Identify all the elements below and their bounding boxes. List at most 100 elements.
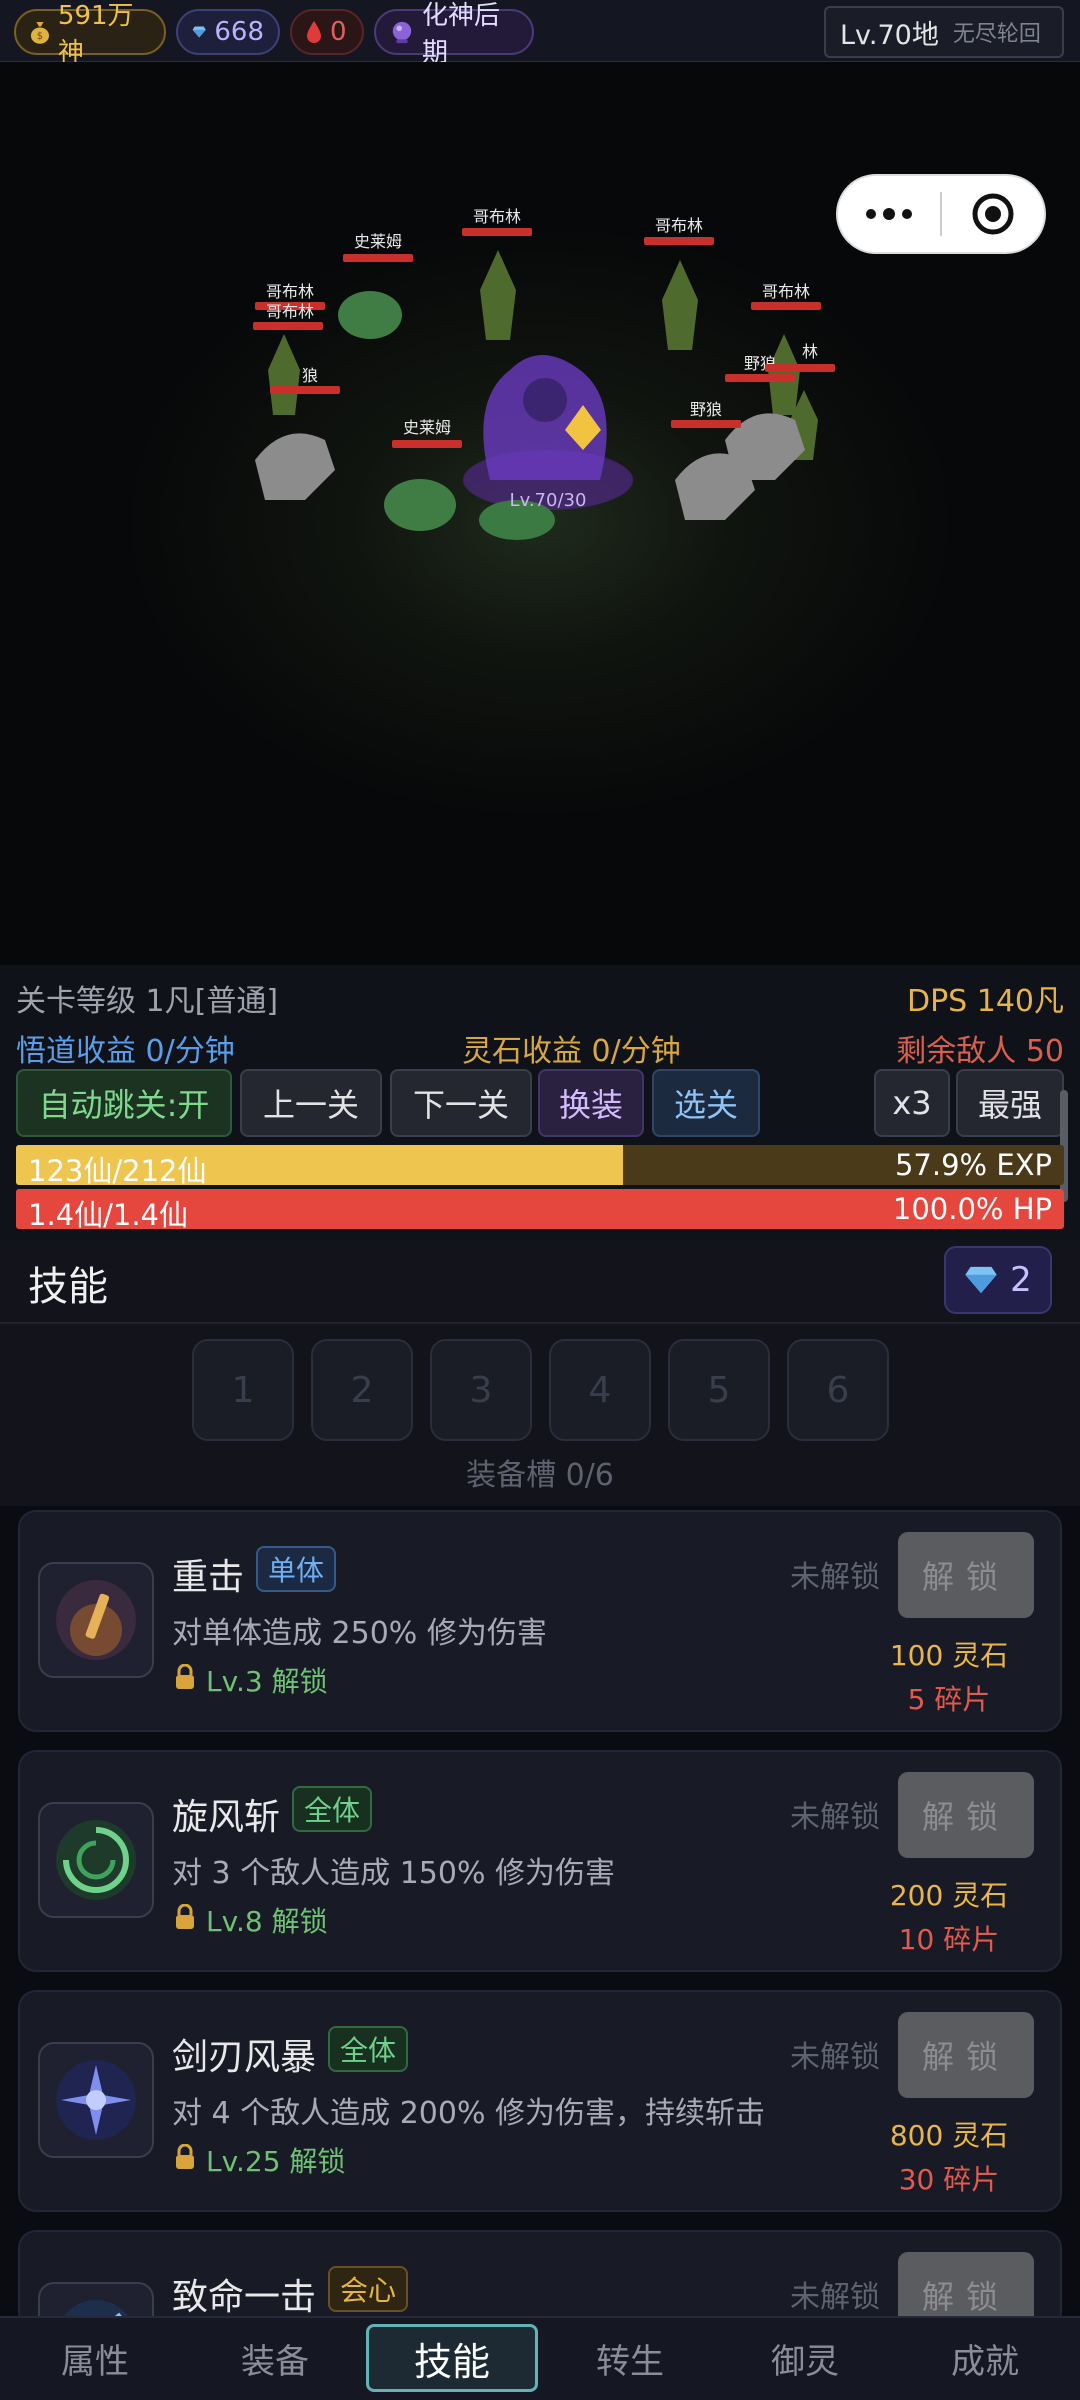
gem-counter[interactable]: 668 (176, 9, 280, 55)
realm-value: 化神后期 (422, 1, 501, 68)
monster-hp-bar (343, 254, 413, 262)
top-status-bar: $ 591万神 668 0 化神后期 Lv.70地 无尽轮回 (0, 0, 1080, 68)
hp-value: 1.4仙/1.4仙 (28, 1198, 189, 1229)
monster-hp-bar (270, 386, 340, 394)
lock-icon (176, 2144, 194, 2169)
exp-value: 123仙/212仙 (28, 1154, 207, 1185)
prev-stage-button[interactable]: 上一关 (240, 1069, 382, 1137)
crystal-ball-icon (392, 21, 412, 44)
diamond-icon (192, 26, 206, 38)
tab-achievements[interactable]: 成就 (890, 2324, 1080, 2392)
level-indicator[interactable]: Lv.70地 无尽轮回 (824, 6, 1064, 58)
close-program-button[interactable] (942, 176, 1044, 252)
skill-gem-value: 2 (1010, 1260, 1032, 1300)
monster-hp-bar (725, 374, 795, 382)
stone-cost: 100 灵石 (889, 1639, 1009, 1672)
equip-slot[interactable]: 6 (787, 1339, 889, 1441)
exp-percent: 57.9% EXP (894, 1148, 1052, 1182)
unlock-button[interactable]: 解锁 (898, 2012, 1034, 2098)
exp-bar: 123仙/212仙 57.9% EXP (16, 1145, 1064, 1185)
equip-slot-label: 装备槽 0/6 (466, 1458, 614, 1493)
hp-bar: 1.4仙/1.4仙 100.0% HP (16, 1189, 1064, 1229)
skills-title: 技能 (28, 1264, 108, 1310)
skill-description: 对 3 个敌人造成 150% 修为伤害 (172, 1856, 615, 1891)
skill-tag: 全体 (292, 1786, 373, 1832)
monster-hp-bar (765, 364, 835, 372)
swap-gear-button[interactable]: 换装 (538, 1069, 644, 1137)
monster-hp-bar (392, 440, 462, 448)
select-stage-button[interactable]: 选关 (652, 1069, 760, 1137)
skill-icon-frame (38, 2042, 154, 2158)
tab-spirits[interactable]: 御灵 (710, 2324, 900, 2392)
slime-sprite (384, 479, 456, 531)
blood-counter[interactable]: 0 (290, 9, 364, 55)
fragment-cost: 10 碎片 (898, 1923, 1000, 1956)
tab-rebirth[interactable]: 转生 (535, 2324, 725, 2392)
slime-sprite (338, 291, 402, 339)
equip-slot[interactable]: 5 (668, 1339, 770, 1441)
tab-attributes[interactable]: 属性 (0, 2324, 190, 2392)
skill-tag: 全体 (328, 2026, 409, 2072)
monster-label: 哥布林 (654, 216, 703, 235)
target-icon (972, 193, 1014, 235)
blood-drop-icon (307, 21, 321, 43)
money-bag-icon: $ (30, 22, 50, 44)
skill-unlock-requirement: Lv.3 解锁 (206, 1665, 328, 1698)
monster-label: 狼 (301, 366, 318, 385)
fragment-cost: 5 碎片 (907, 1683, 991, 1716)
speed-button[interactable]: x3 (874, 1069, 950, 1137)
skill-card[interactable]: 剑刃风暴 全体 对 4 个敌人造成 200% 修为伤害，持续斩击 Lv.25 解… (18, 1990, 1062, 2212)
skill-name: 重击 (172, 1557, 245, 1598)
skill-name: 旋风斩 (172, 1797, 281, 1838)
lock-icon (176, 1664, 194, 1689)
skill-tag: 单体 (256, 1546, 337, 1592)
monster-label: 林 (801, 342, 818, 361)
skill-tag: 会心 (328, 2266, 409, 2312)
level-value: Lv.70地 (840, 19, 939, 51)
skill-name: 剑刃风暴 (172, 2037, 317, 2078)
stone-cost: 800 灵石 (889, 2119, 1009, 2152)
enemies-left-label: 剩余敌人 50 (896, 1034, 1064, 1069)
hp-percent: 100.0% HP (892, 1192, 1052, 1226)
strongest-button[interactable]: 最强 (956, 1069, 1064, 1137)
more-menu-button[interactable] (838, 176, 940, 252)
monster-hp-bar (671, 420, 741, 428)
next-stage-button[interactable]: 下一关 (390, 1069, 532, 1137)
unlock-button[interactable]: 解锁 (898, 1772, 1034, 1858)
dao-income-label: 悟道收益 0/分钟 (16, 1034, 235, 1069)
monster-label: 史莱姆 (353, 232, 402, 251)
skill-card[interactable]: 重击 单体 对单体造成 250% 修为伤害 Lv.3 解锁 未解锁 解锁 100… (18, 1510, 1062, 1732)
svg-text:$: $ (37, 31, 43, 42)
monster-label: 哥布林 (472, 207, 521, 226)
hammer-icon (56, 1580, 136, 1660)
skill-gem-counter[interactable]: 2 (944, 1246, 1052, 1314)
skill-name: 致命一击 (172, 2277, 317, 2318)
skill-card[interactable]: 致命一击 会心 未解锁 解锁 (18, 2230, 1062, 2398)
stage-level-label: 关卡等级 1凡[普通] (16, 984, 279, 1019)
skills-header: 技能 2 (0, 1240, 1080, 1324)
mini-program-capsule (836, 174, 1046, 254)
skill-card[interactable]: 旋风斩 全体 对 3 个敌人造成 150% 修为伤害 Lv.8 解锁 未解锁 解… (18, 1750, 1062, 1972)
skill-description: 对单体造成 250% 修为伤害 (172, 1616, 547, 1651)
stone-income-label: 灵石收益 0/分钟 (462, 1034, 681, 1069)
monster-hp-bar (462, 228, 532, 236)
monster-hp-bar (751, 302, 821, 310)
tab-equipment[interactable]: 装备 (180, 2324, 370, 2392)
monster-label: 哥布林 (761, 282, 810, 301)
fragment-cost: 30 碎片 (898, 2163, 1000, 2196)
equip-slot[interactable]: 3 (430, 1339, 532, 1441)
realm-badge[interactable]: 化神后期 (374, 1, 534, 68)
whirlwind-icon (56, 1820, 136, 1900)
gold-counter[interactable]: $ 591万神 (14, 1, 166, 68)
equip-slot[interactable]: 4 (549, 1339, 651, 1441)
skill-unlock-requirement: Lv.25 解锁 (206, 2145, 346, 2178)
skill-status: 未解锁 (790, 2280, 880, 2315)
blade-storm-icon (56, 2060, 136, 2140)
unlock-button[interactable]: 解锁 (898, 1532, 1034, 1618)
equip-slot[interactable]: 1 (192, 1339, 294, 1441)
skill-unlock-requirement: Lv.8 解锁 (206, 1905, 328, 1938)
auto-jump-toggle[interactable]: 自动跳关:开 (16, 1069, 232, 1137)
mode-label: 无尽轮回 (952, 22, 1041, 47)
equip-slot[interactable]: 2 (311, 1339, 413, 1441)
tab-skills[interactable]: 技能 (366, 2324, 538, 2392)
